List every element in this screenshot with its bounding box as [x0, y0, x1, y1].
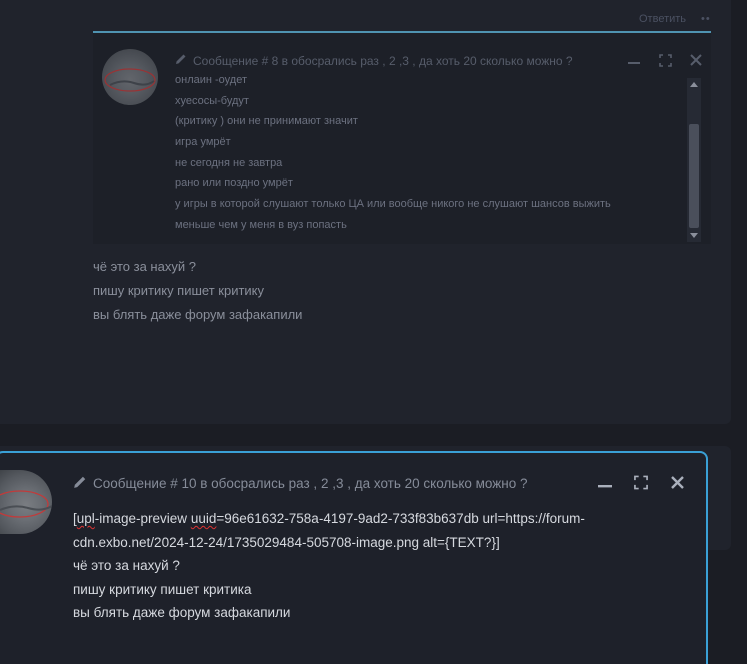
- minimize-icon[interactable]: [598, 475, 612, 489]
- fullscreen-icon[interactable]: [634, 475, 648, 489]
- text-fragment: -image-preview: [94, 511, 191, 526]
- forum-post-card: Ответить •• Сообщение # 8 в обосрались р…: [0, 0, 731, 424]
- scroll-thumb[interactable]: [689, 124, 699, 228]
- avatar[interactable]: [102, 49, 158, 105]
- avatar[interactable]: [0, 470, 52, 534]
- post-line: вы блять даже форум зафакапили: [93, 307, 303, 322]
- quote-line: рано или поздно умрёт: [175, 177, 293, 190]
- quote-line: хуесосы-будут: [175, 94, 249, 107]
- pencil-icon: [73, 475, 87, 492]
- editor-line: чё это за нахуй ?: [73, 558, 180, 573]
- quoted-message: Сообщение # 8 в обосрались раз , 2 ,3 , …: [93, 31, 711, 244]
- editor-line: [upl-image-preview uuid=96e61632-758a-41…: [73, 507, 633, 554]
- post-line: пишу критику пишет критику: [93, 283, 265, 298]
- reply-link[interactable]: Ответить: [639, 13, 686, 25]
- scroll-down-icon[interactable]: [690, 233, 698, 238]
- post-body: чё это за нахуй ? пишу критику пишет кри…: [93, 258, 302, 330]
- quote-scrollbar[interactable]: [687, 78, 701, 242]
- misspelled-word: uuid: [190, 511, 217, 526]
- quote-header: Сообщение # 8 в обосрались раз , 2 ,3 , …: [175, 53, 573, 68]
- quote-content: онлаин -оудет хуесосы-будут (критику ) о…: [175, 73, 675, 239]
- quote-line: игра умрёт: [175, 136, 231, 149]
- close-icon[interactable]: [670, 475, 684, 489]
- pencil-icon: [175, 53, 187, 68]
- editor-text-area[interactable]: [upl-image-preview uuid=96e61632-758a-41…: [73, 507, 633, 625]
- fullscreen-icon[interactable]: [658, 53, 672, 67]
- quote-window-controls: [627, 53, 703, 67]
- quote-line: у игры в которой слушают только ЦА или в…: [175, 198, 611, 211]
- editor-header: Сообщение # 10 в обосрались раз , 2 ,3 ,…: [73, 475, 528, 492]
- close-icon[interactable]: [689, 53, 703, 67]
- minimize-icon[interactable]: [627, 53, 641, 67]
- quote-line: не сегодня не завтра: [175, 156, 283, 169]
- quote-line: меньше чем у меня в вуз попасть: [175, 218, 347, 231]
- editor-line: пишу критику пишет критика: [73, 581, 252, 597]
- scroll-up-icon[interactable]: [690, 82, 698, 87]
- more-options-button[interactable]: ••: [701, 13, 711, 25]
- quote-line: онлаин -оудет: [175, 74, 248, 86]
- quote-title: Сообщение # 8 в обосрались раз , 2 ,3 , …: [193, 53, 573, 68]
- editor-line: вы блять даже форум зафакапили: [73, 605, 291, 620]
- editor-title: Сообщение # 10 в обосрались раз , 2 ,3 ,…: [93, 476, 528, 491]
- misspelled-word: upl: [76, 511, 95, 526]
- editor-window-controls: [598, 475, 684, 489]
- post-line: чё это за нахуй ?: [93, 259, 196, 274]
- quote-line: (критику ) они не принимают значит: [175, 115, 358, 128]
